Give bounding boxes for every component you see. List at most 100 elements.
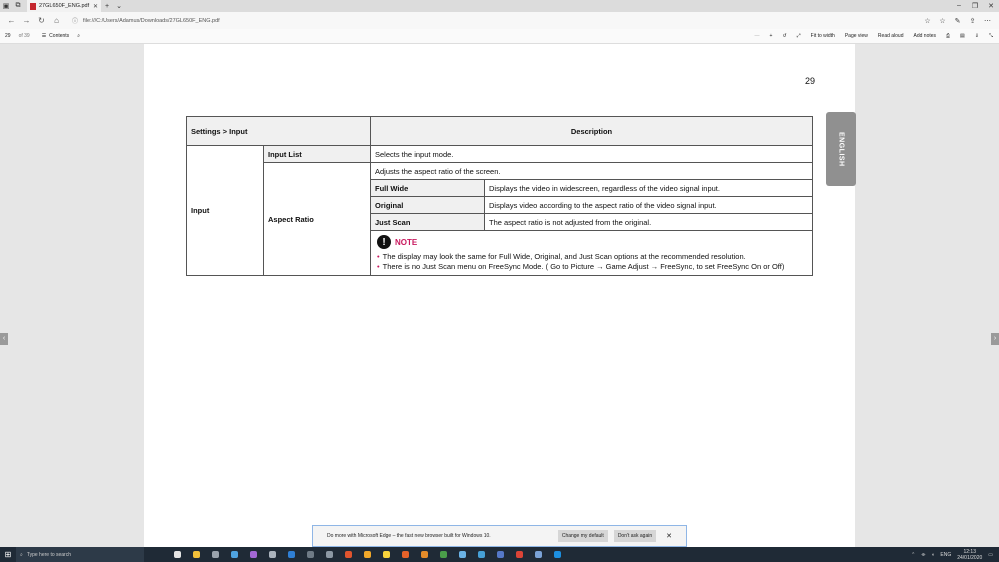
- taskbar-app-icon[interactable]: [453, 551, 472, 558]
- taskbar-app-icon[interactable]: [320, 551, 339, 558]
- close-window-icon[interactable]: ✕: [983, 2, 999, 10]
- address-input[interactable]: ⓘ file:///C:/Users/Adamus/Downloads/27GL…: [72, 14, 912, 27]
- taskbar-app-icon[interactable]: [187, 551, 206, 558]
- save-as-icon[interactable]: ⇓: [975, 33, 979, 39]
- taskbar-app-icon[interactable]: [434, 551, 453, 558]
- taskbar-app-icon[interactable]: [263, 551, 282, 558]
- note-line-1: The display may look the same for Full W…: [382, 252, 746, 261]
- close-tab-icon[interactable]: ✕: [93, 3, 98, 10]
- minimize-icon[interactable]: –: [951, 2, 967, 10]
- fit-to-width-button[interactable]: Fit to width: [811, 33, 835, 39]
- page-total: of 39: [18, 33, 30, 39]
- taskbar-app-icon[interactable]: [396, 551, 415, 558]
- pdf-toolbar: 29 of 39 ☰ Contents ⌕ — + ↺ ⤢ Fit to widt…: [0, 29, 999, 44]
- next-page-icon[interactable]: ›: [991, 333, 999, 345]
- contents-button[interactable]: ☰ Contents: [42, 33, 70, 39]
- note-cell: ! NOTE • The display may look the same fo…: [370, 230, 813, 276]
- prev-page-icon[interactable]: ‹: [0, 333, 8, 345]
- document-page-number: 29: [805, 76, 816, 86]
- favorites-icon[interactable]: ☆: [935, 17, 950, 25]
- taskbar-app-icon[interactable]: [168, 551, 187, 558]
- back-icon[interactable]: ←: [4, 16, 19, 25]
- date: 24/01/2020: [957, 554, 983, 561]
- pen-icon[interactable]: ✎: [950, 17, 965, 25]
- taskbar-app-icon[interactable]: [491, 551, 510, 558]
- edge-default-banner: Do more with Microsoft Edge – the fast n…: [312, 525, 687, 547]
- tab-actions-icon[interactable]: ▣: [0, 0, 12, 12]
- taskbar-app-icon[interactable]: [472, 551, 491, 558]
- aspect-ratio-desc: Adjusts the aspect ratio of the screen.: [370, 162, 813, 180]
- taskbar-apps: [168, 551, 567, 558]
- maximize-icon[interactable]: ❐: [967, 2, 983, 10]
- page-view-button[interactable]: Page view: [845, 33, 868, 39]
- read-aloud-button[interactable]: Read aloud: [878, 33, 904, 39]
- option-desc: Displays video according to the aspect r…: [484, 196, 813, 214]
- page-number-input[interactable]: 29: [5, 33, 11, 39]
- banner-message: Do more with Microsoft Edge – the fast n…: [327, 533, 491, 539]
- option-desc: Displays the video in widescreen, regard…: [484, 179, 813, 197]
- language-side-tab: ENGLISH: [826, 112, 856, 186]
- search-placeholder: Type here to search: [26, 551, 72, 558]
- taskbar-app-icon[interactable]: [358, 551, 377, 558]
- note-line-2: There is no Just Scan menu on FreeSync M…: [382, 262, 785, 271]
- clock[interactable]: 12:13 24/01/2020: [957, 549, 982, 561]
- system-tray: ⌃ ⌯ ◖ ENG 12:13 24/01/2020 ▭: [905, 549, 999, 561]
- taskbar-app-icon[interactable]: [244, 551, 263, 558]
- windows-start-icon[interactable]: ⊞: [0, 550, 16, 559]
- forward-icon[interactable]: →: [19, 16, 34, 25]
- new-tab-icon[interactable]: +: [101, 0, 113, 12]
- search-icon[interactable]: ⌕: [77, 33, 80, 39]
- print-icon[interactable]: ⎙: [946, 33, 950, 39]
- taskbar-app-icon[interactable]: [282, 551, 301, 558]
- settings-table: Settings > Input Description Input Input…: [186, 116, 813, 276]
- taskbar-app-icon[interactable]: [301, 551, 320, 558]
- pin-icon[interactable]: ⤡: [989, 33, 993, 39]
- share-icon[interactable]: ⇪: [965, 17, 980, 25]
- option-name: Full Wide: [370, 179, 485, 197]
- dont-ask-button[interactable]: Don't ask again: [613, 530, 657, 542]
- taskbar-app-icon[interactable]: [377, 551, 396, 558]
- set-aside-tabs-icon[interactable]: ⧉: [12, 0, 24, 12]
- taskbar-app-icon[interactable]: [548, 551, 567, 558]
- option-name: Just Scan: [370, 213, 485, 231]
- taskbar-app-icon[interactable]: [225, 551, 244, 558]
- header-settings: Settings > Input: [186, 116, 371, 146]
- address-bar-row: ← → ↻ ⌂ ⓘ file:///C:/Users/Adamus/Downlo…: [0, 12, 999, 29]
- browser-tab[interactable]: 27GL650F_ENG.pdf ✕: [27, 0, 101, 12]
- zoom-out-icon[interactable]: —: [755, 33, 760, 39]
- header-description: Description: [370, 116, 813, 146]
- aspect-ratio-label: Aspect Ratio: [263, 162, 371, 276]
- taskbar-app-icon[interactable]: [415, 551, 434, 558]
- save-icon[interactable]: ▤: [960, 33, 965, 39]
- windows-taskbar: ⊞ ⌕ Type here to search ⌃ ⌯ ◖ ENG 12:13 …: [0, 547, 999, 562]
- taskbar-app-icon[interactable]: [339, 551, 358, 558]
- search-icon: ⌕: [20, 551, 23, 558]
- volume-icon[interactable]: ◖: [931, 552, 934, 558]
- info-icon: ⓘ: [72, 19, 79, 25]
- rotate-icon[interactable]: ↺: [782, 33, 786, 39]
- more-icon[interactable]: ⋯: [980, 17, 995, 25]
- change-default-button[interactable]: Change my default: [557, 530, 608, 542]
- option-name: Original: [370, 196, 485, 214]
- add-notes-button[interactable]: Add notes: [914, 33, 937, 39]
- taskbar-search[interactable]: ⌕ Type here to search: [16, 547, 144, 562]
- input-list-label: Input List: [263, 145, 371, 163]
- fit-icon[interactable]: ⤢: [797, 33, 801, 39]
- refresh-icon[interactable]: ↻: [34, 16, 49, 25]
- zoom-in-icon[interactable]: +: [770, 33, 773, 39]
- note-title: NOTE: [395, 237, 418, 247]
- notifications-icon[interactable]: ▭: [988, 552, 993, 558]
- taskbar-app-icon[interactable]: [510, 551, 529, 558]
- home-icon[interactable]: ⌂: [49, 16, 64, 25]
- taskbar-app-icon[interactable]: [206, 551, 225, 558]
- exclamation-icon: !: [377, 235, 391, 249]
- tab-preview-chevron-icon[interactable]: ⌄: [113, 0, 125, 12]
- taskbar-app-icon[interactable]: [529, 551, 548, 558]
- tab-title: 27GL650F_ENG.pdf: [39, 3, 90, 9]
- list-icon: ☰: [41, 33, 47, 39]
- tray-chevron-icon[interactable]: ⌃: [911, 552, 915, 558]
- language-indicator[interactable]: ENG: [940, 552, 951, 558]
- close-banner-icon[interactable]: ✕: [666, 532, 672, 540]
- favorite-star-icon[interactable]: ☆: [920, 17, 935, 25]
- network-icon[interactable]: ⌯: [921, 552, 925, 558]
